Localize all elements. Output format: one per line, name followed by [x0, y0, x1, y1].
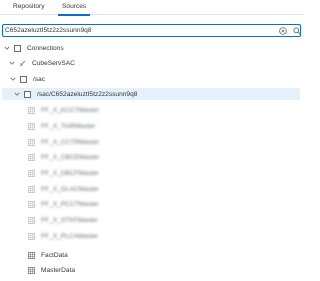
- tree-node-label: Connections: [27, 44, 64, 52]
- clear-icon[interactable]: [279, 27, 287, 35]
- tree-leaf-item[interactable]: FF_X_GLACMaster: [28, 183, 99, 195]
- tree-leaf-label: FF_X_TAIRMaster: [41, 122, 96, 130]
- table-icon: [28, 200, 35, 208]
- table-icon: [28, 251, 35, 259]
- table-icon: [28, 169, 35, 177]
- table-icon: [28, 153, 35, 161]
- table-icon: [28, 216, 35, 224]
- tree-leaf-item[interactable]: FF_X_TAIRMaster: [28, 120, 95, 132]
- tree-leaf-label: MasterData: [41, 266, 76, 274]
- tree-leaf-item[interactable]: FF_X_CBCEMaster: [28, 151, 99, 163]
- tree-leaf-label: FF_X_CBCEMaster: [41, 153, 100, 161]
- table-icon: [28, 138, 35, 146]
- tree-node-cubeserv[interactable]: CubeServSAC: [8, 57, 75, 69]
- tree-node-label: /sac: [33, 75, 46, 83]
- table-icon: [28, 185, 35, 193]
- chevron-down-icon[interactable]: [9, 76, 16, 83]
- tree-leaf-label: FF_X_PLCAMaster: [41, 232, 99, 240]
- tab-sources[interactable]: Sources: [57, 3, 91, 16]
- tree-leaf-label: FF_X_KCCTMaster: [41, 106, 99, 114]
- search-icon[interactable]: [293, 27, 301, 35]
- tree-leaf-item[interactable]: FF_X_PCCTMaster: [28, 198, 99, 210]
- table-icon: [28, 122, 35, 130]
- chevron-down-icon[interactable]: [13, 91, 20, 98]
- connection-icon: [19, 60, 26, 67]
- tab-repository[interactable]: Repository: [13, 3, 45, 15]
- tab-bar: Repository Sources: [0, 0, 304, 16]
- tree-leaf-label: FF_X_CCTRMaster: [41, 138, 100, 146]
- tree-node-label: /sac/C652azeluztI5tz2z2ssunn9q8: [37, 90, 138, 98]
- tree-node-checkbox[interactable]: [20, 75, 27, 83]
- table-icon: [28, 232, 35, 240]
- tree-leaf-label: FF_X_DBCFMaster: [41, 169, 99, 177]
- table-icon: [28, 266, 35, 274]
- tree-node-folder[interactable]: /sac/C652azeluztI5tz2z2ssunn9q8: [2, 88, 300, 100]
- tree-leaf-item[interactable]: FF_X_STKFMaster: [28, 214, 98, 226]
- search-input[interactable]: C652azeluztI5tz2z2ssunn9q8: [2, 24, 301, 37]
- tree-node-connections[interactable]: Connections: [3, 42, 64, 54]
- tree-leaf-label: FactData: [41, 251, 68, 259]
- tree-node-label: CubeServSAC: [32, 59, 75, 67]
- tree-leaf-masterdata[interactable]: MasterData: [28, 264, 75, 276]
- tree-node-sac[interactable]: /sac: [9, 73, 45, 85]
- tree-leaf-item[interactable]: FF_X_DBCFMaster: [28, 167, 99, 179]
- tree-leaf-label: FF_X_PCCTMaster: [41, 200, 99, 208]
- tree-leaf-item[interactable]: FF_X_KCCTMaster: [28, 104, 99, 116]
- tree-leaf-item[interactable]: FF_X_CCTRMaster: [28, 136, 99, 148]
- tree-leaf-label: FF_X_GLACMaster: [41, 185, 99, 193]
- chevron-down-icon[interactable]: [8, 60, 15, 67]
- tree-leaf-item[interactable]: FF_X_PLCAMaster: [28, 230, 98, 242]
- tree-leaf-label: FF_X_STKFMaster: [41, 216, 98, 224]
- table-icon: [28, 106, 35, 114]
- tree-node-checkbox[interactable]: [14, 44, 21, 52]
- tree-leaf-factdata[interactable]: FactData: [28, 249, 68, 261]
- search-input-value[interactable]: C652azeluztI5tz2z2ssunn9q8: [5, 27, 92, 34]
- chevron-down-icon[interactable]: [3, 45, 10, 52]
- tree-node-checkbox[interactable]: [24, 90, 31, 98]
